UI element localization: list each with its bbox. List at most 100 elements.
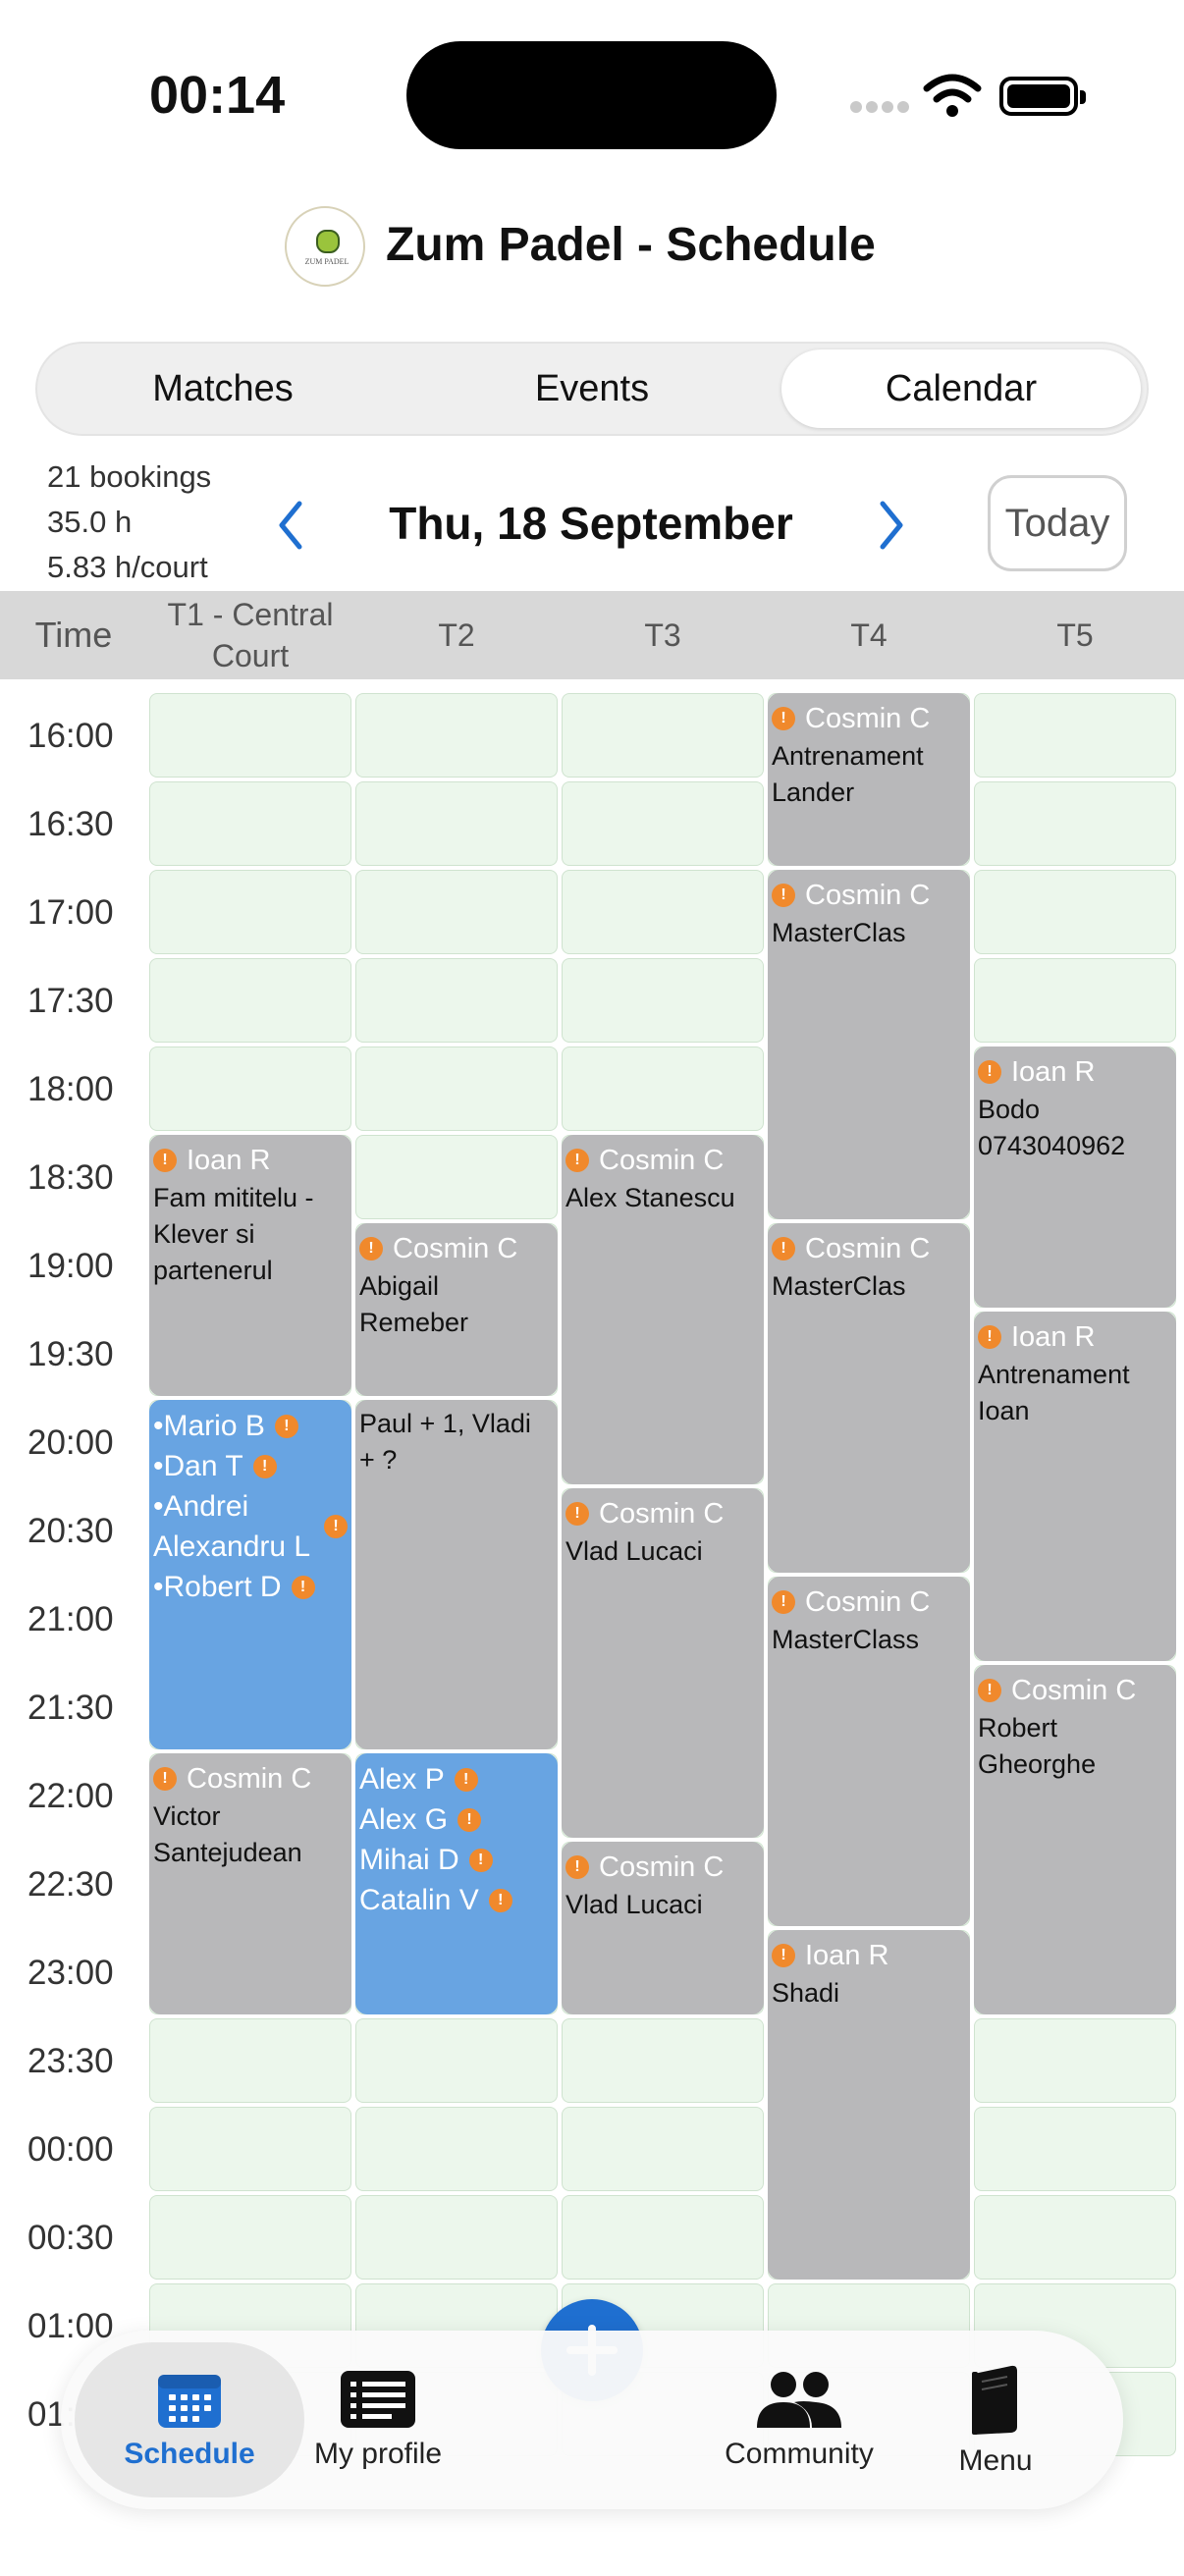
free-slot-cell[interactable] — [355, 781, 558, 866]
time-slot-label: 19:00 — [27, 1247, 114, 1285]
book-icon — [972, 2365, 1017, 2435]
booking-block[interactable]: ! Cosmin C MasterClas — [768, 1223, 970, 1573]
warning-icon: ! — [978, 1060, 1001, 1084]
free-slot-cell[interactable] — [355, 2107, 558, 2191]
free-slot-cell[interactable] — [562, 958, 764, 1043]
free-slot-cell[interactable] — [355, 1046, 558, 1131]
booking-organizer: ! Cosmin C — [772, 1583, 966, 1622]
match-booking[interactable]: Alex P! Alex G! Mihai D! Catalin V! — [355, 1753, 558, 2014]
previous-day-button[interactable] — [263, 491, 318, 560]
tab-label: Schedule — [124, 2438, 255, 2470]
booking-block[interactable]: ! Ioan R Fam mititelu - Klever si partener… — [149, 1135, 351, 1396]
booking-block[interactable]: ! Cosmin C Alex Stanescu — [562, 1135, 764, 1484]
match-booking[interactable]: •Mario B! •Dan T! •Andrei Alexandru L! •Rob… — [149, 1400, 351, 1749]
player-entry: •Robert D! — [153, 1567, 348, 1607]
booking-block[interactable]: ! Ioan R Bodo 0743040962 — [974, 1046, 1176, 1308]
free-slot-cell[interactable] — [974, 781, 1176, 866]
free-slot-cell[interactable] — [355, 1135, 558, 1219]
time-slot-label: 17:30 — [27, 982, 114, 1020]
time-column-header: Time — [34, 615, 113, 655]
segment-matches[interactable]: Matches — [43, 349, 403, 428]
time-slot-label: 00:00 — [27, 2130, 114, 2169]
free-slot-cell[interactable] — [355, 2018, 558, 2103]
free-slot-cell[interactable] — [562, 1046, 764, 1131]
free-slot-cell[interactable] — [149, 958, 351, 1043]
free-slot-cell[interactable] — [355, 958, 558, 1043]
booking-block[interactable]: ! Ioan R Antrenament Ioan — [974, 1312, 1176, 1661]
free-slot-cell[interactable] — [355, 870, 558, 954]
free-slot-cell[interactable] — [562, 2107, 764, 2191]
organizer-name: Cosmin C — [599, 1145, 725, 1176]
free-slot-cell[interactable] — [974, 2195, 1176, 2280]
dynamic-island — [406, 41, 777, 149]
player-name: •Dan T — [153, 1450, 243, 1482]
booking-note: Antrenament Ioan — [978, 1360, 1130, 1425]
free-slot-cell[interactable] — [355, 693, 558, 778]
booking-block[interactable]: ! Cosmin C Robert Gheorghe — [974, 1665, 1176, 2014]
booking-block[interactable]: ! Cosmin C Vlad Lucaci — [562, 1488, 764, 1838]
booking-block[interactable]: ! Cosmin C MasterClass — [768, 1577, 970, 1926]
time-slot-label: 22:00 — [27, 1777, 114, 1815]
wifi-icon — [923, 74, 982, 117]
tab-label: Menu — [958, 2444, 1033, 2477]
court-header: T2 — [438, 617, 475, 653]
player-name: Catalin V — [359, 1884, 479, 1916]
free-slot-cell[interactable] — [149, 870, 351, 954]
calendar-grid: 16:00 16:30 17:00 17:30 18:00 18:30 19:00 19:30… — [0, 679, 1184, 2576]
player-entry: Alex G! — [359, 1799, 554, 1840]
booking-note: Antrenament Lander — [772, 741, 924, 807]
booking-note: Shadi — [772, 1978, 840, 2008]
booking-organizer: ! Cosmin C — [359, 1229, 554, 1268]
free-slot-cell[interactable] — [974, 2018, 1176, 2103]
warning-icon: ! — [468, 1848, 493, 1872]
court-header: T4 — [850, 617, 888, 653]
free-slot-cell[interactable] — [149, 693, 351, 778]
organizer-name: Cosmin C — [187, 1763, 312, 1795]
booking-block[interactable]: ! Cosmin C Abigail Remeber — [355, 1223, 558, 1396]
tab-schedule[interactable]: Schedule — [75, 2342, 304, 2497]
free-slot-cell[interactable] — [149, 2107, 351, 2191]
free-slot-cell[interactable] — [562, 781, 764, 866]
booking-block[interactable]: ! Ioan R Shadi — [768, 1930, 970, 2280]
booking-organizer: ! Cosmin C — [565, 1141, 760, 1180]
today-button[interactable]: Today — [988, 475, 1127, 571]
player-name: •Andrei Alexandru L — [153, 1490, 311, 1563]
free-slot-cell[interactable] — [974, 693, 1176, 778]
free-slot-cell[interactable] — [149, 2018, 351, 2103]
player-name: Alex G — [359, 1803, 449, 1836]
warning-icon: ! — [565, 1855, 589, 1879]
free-slot-cell[interactable] — [974, 2107, 1176, 2191]
booking-block[interactable]: ! Cosmin C Victor Santejudean — [149, 1753, 351, 2014]
next-day-button[interactable] — [864, 491, 919, 560]
time-slot-label: 22:30 — [27, 1865, 114, 1904]
free-slot-cell[interactable] — [974, 870, 1176, 954]
booking-organizer: ! Ioan R — [978, 1052, 1172, 1092]
free-slot-cell[interactable] — [562, 870, 764, 954]
free-slot-cell[interactable] — [562, 2018, 764, 2103]
warning-icon: ! — [359, 1237, 383, 1261]
segment-events[interactable]: Events — [412, 349, 772, 428]
booking-block[interactable]: ! Cosmin C MasterClas — [768, 870, 970, 1219]
booking-block[interactable]: ! Cosmin C Antrenament Lander — [768, 693, 970, 866]
booking-block[interactable]: Paul + 1, Vladi + ? — [355, 1400, 558, 1749]
organizer-name: Ioan R — [187, 1145, 271, 1176]
list-icon — [341, 2371, 415, 2428]
time-slot-label: 00:30 — [27, 2219, 114, 2257]
free-slot-cell[interactable] — [562, 2195, 764, 2280]
free-slot-cell[interactable] — [149, 2195, 351, 2280]
booking-block[interactable]: ! Cosmin C Vlad Lucaci — [562, 1842, 764, 2014]
tab-community[interactable]: Community — [701, 2331, 897, 2509]
time-slot-label: 20:30 — [27, 1512, 114, 1550]
tab-my-profile[interactable]: My profile — [304, 2331, 452, 2509]
free-slot-cell[interactable] — [974, 958, 1176, 1043]
player-name: •Robert D — [153, 1571, 282, 1603]
segment-calendar[interactable]: Calendar — [781, 349, 1141, 428]
free-slot-cell[interactable] — [149, 781, 351, 866]
time-slot-label: 21:00 — [27, 1600, 114, 1638]
total-hours: 35.0 h — [47, 505, 133, 539]
free-slot-cell[interactable] — [355, 2195, 558, 2280]
tab-menu[interactable]: Menu — [927, 2331, 1064, 2509]
free-slot-cell[interactable] — [149, 1046, 351, 1131]
player-entry: •Dan T! — [153, 1446, 348, 1486]
free-slot-cell[interactable] — [562, 693, 764, 778]
